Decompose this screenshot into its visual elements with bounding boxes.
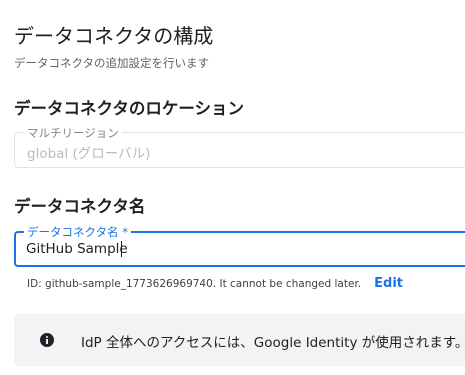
data-connector-config-page: データコネクタの構成 データコネクタの追加設定を行います データコネクタのロケー… [0,0,465,375]
page-title: データコネクタの構成 [14,24,214,48]
connector-name-section-heading: データコネクタ名 [14,197,146,216]
multi-region-field: マルチリージョン global (グローバル) [14,125,465,168]
text-caret [121,241,122,257]
edit-id-link[interactable]: Edit [374,276,403,291]
connector-name-field[interactable]: データコネクタ名 * [14,224,465,267]
info-banner-text: IdP 全体へのアクセスには、Google Identity が使用されます。 [81,335,465,351]
connector-id-hint: ID: github-sample_1773626969740. It cann… [27,278,362,290]
multi-region-field-value: global (グローバル) [27,146,151,162]
connector-id-hint-row: ID: github-sample_1773626969740. It cann… [27,276,403,291]
multi-region-field-label: マルチリージョン [24,125,122,141]
location-section-heading: データコネクタのロケーション [14,99,245,118]
connector-name-input[interactable] [26,239,446,259]
info-icon [40,333,54,347]
info-banner: IdP 全体へのアクセスには、Google Identity が使用されます。 [14,314,465,366]
page-subtitle: データコネクタの追加設定を行います [14,56,210,70]
connector-name-field-label: データコネクタ名 * [24,224,131,240]
